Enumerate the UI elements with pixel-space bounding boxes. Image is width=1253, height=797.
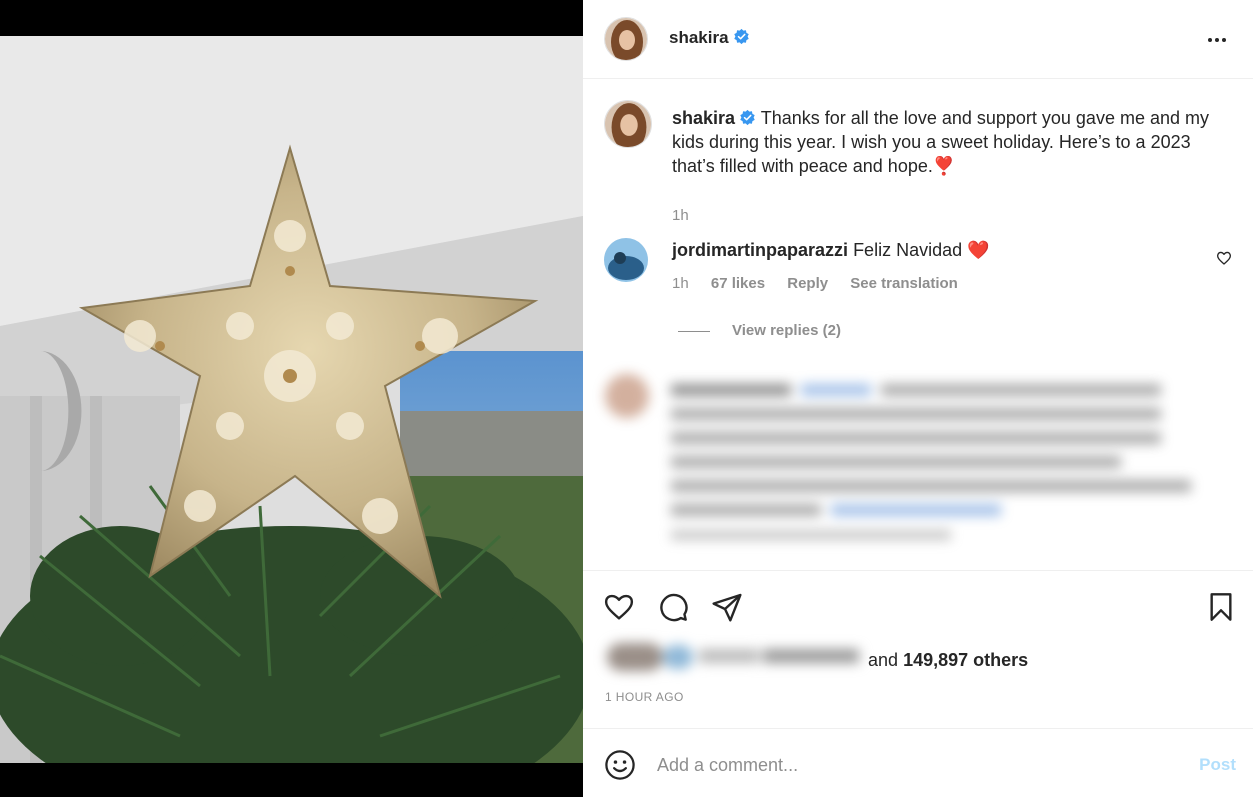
likes-prefix: and (868, 650, 899, 670)
blurred-comment-placeholder (605, 374, 1191, 540)
see-translation-button[interactable]: See translation (850, 275, 958, 292)
comment-input[interactable] (657, 747, 1177, 783)
comment-like-heart-icon[interactable] (1216, 250, 1232, 266)
comment-item: jordimartinpaparazzi Feliz Navidad ❤️ 1h… (604, 236, 1244, 356)
comment-likes-count[interactable]: 67 likes (711, 275, 765, 292)
liked-by-placeholder (607, 643, 859, 671)
post-media (0, 0, 583, 797)
comment-timestamp[interactable]: 1h (672, 275, 689, 292)
paper-plane-icon[interactable] (711, 591, 743, 623)
add-comment-bar: Post (583, 728, 1253, 797)
comment-text-block: jordimartinpaparazzi Feliz Navidad ❤️ (672, 240, 990, 261)
heart-icon[interactable] (603, 591, 635, 623)
post-comment-button[interactable]: Post (1199, 755, 1236, 775)
author-username[interactable]: shakira (669, 28, 750, 48)
commenter-username[interactable]: jordimartinpaparazzi (672, 240, 848, 260)
christmas-star-photo (0, 36, 583, 763)
author-username-text[interactable]: shakira (669, 28, 729, 47)
more-options-icon[interactable] (1205, 28, 1229, 52)
likes-summary[interactable]: and 149,897 others (603, 637, 1243, 677)
comments-section[interactable]: shakira Thanks for all the love and supp… (583, 80, 1253, 570)
post-photo[interactable] (0, 36, 583, 763)
verified-badge-icon (733, 28, 749, 45)
likes-count-text[interactable]: and 149,897 others (868, 650, 1028, 671)
view-replies-button[interactable]: View replies (2) (678, 322, 841, 339)
post-details-panel: shakira shakira Thanks for all the love … (583, 0, 1253, 797)
comment-text: Feliz Navidad (853, 240, 963, 260)
commenter-avatar-image (604, 238, 648, 282)
comment-bubble-icon[interactable] (657, 591, 689, 623)
reply-button[interactable]: Reply (787, 275, 828, 292)
caption-text-block: shakira Thanks for all the love and supp… (672, 106, 1212, 178)
caption-username[interactable]: shakira (672, 108, 735, 128)
post-actions: and 149,897 others 1 HOUR AGO (583, 570, 1253, 728)
author-avatar[interactable] (604, 17, 648, 61)
heart-emoji: ❤️ (967, 240, 990, 260)
view-replies-label[interactable]: View replies (2) (732, 322, 841, 339)
caption-avatar-image (605, 101, 651, 147)
caption-avatar[interactable] (604, 100, 652, 148)
caption-timestamp[interactable]: 1h (672, 207, 689, 224)
blurred-comment (597, 370, 1237, 550)
replies-divider-line (678, 330, 710, 332)
comment-meta: 1h 67 likes Reply See translation (672, 275, 976, 292)
likes-count[interactable]: 149,897 others (903, 650, 1028, 670)
author-avatar-image (605, 18, 647, 60)
post-timestamp[interactable]: 1 HOUR AGO (605, 690, 684, 704)
verified-badge-icon (740, 109, 755, 126)
bookmark-icon[interactable] (1205, 591, 1237, 623)
commenter-avatar[interactable] (604, 238, 648, 282)
post-header: shakira (583, 0, 1253, 79)
smiley-face-icon[interactable] (604, 749, 636, 781)
liked-by-users-blurred (603, 637, 865, 677)
